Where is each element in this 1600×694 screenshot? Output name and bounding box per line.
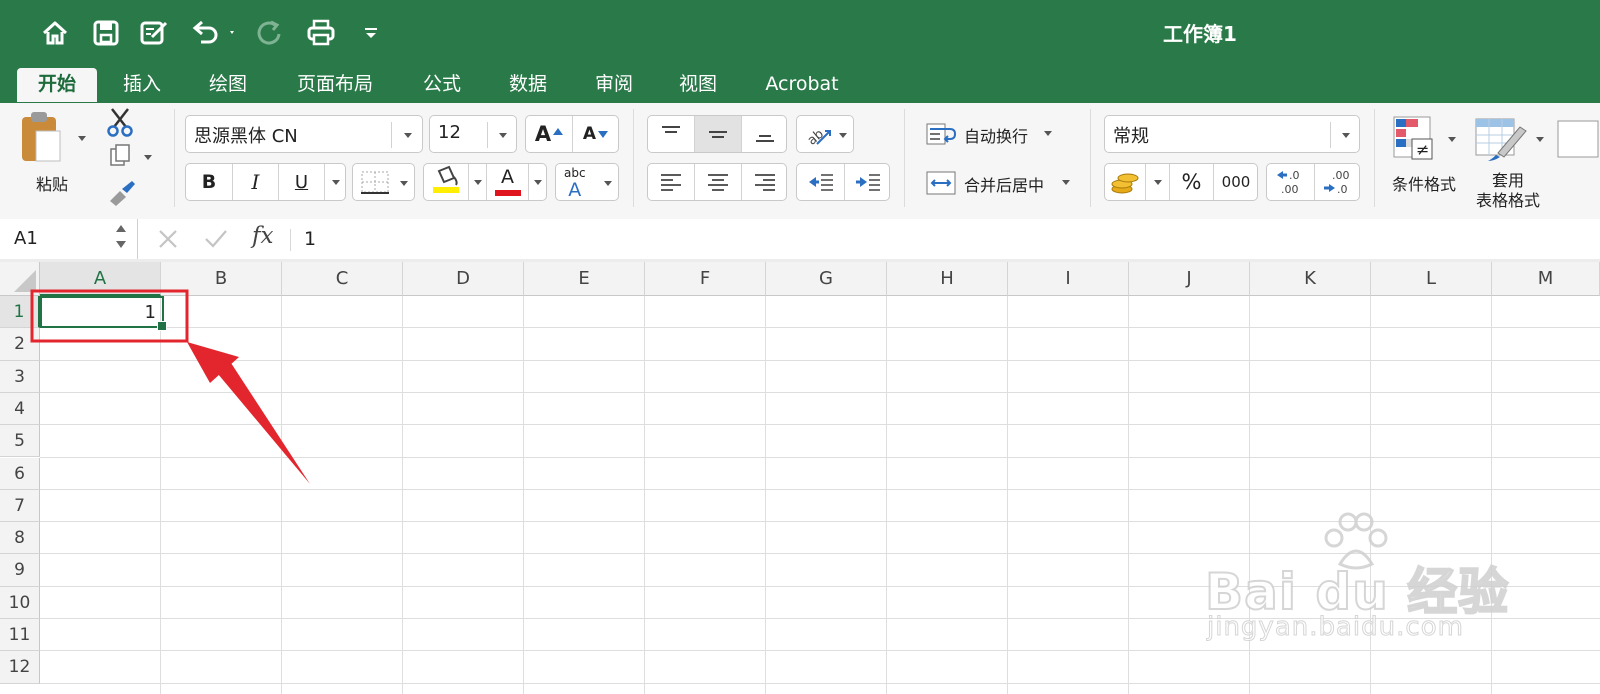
annotation-overlay (30, 289, 310, 484)
highlight-box (30, 289, 189, 343)
arrow-icon (187, 342, 310, 484)
